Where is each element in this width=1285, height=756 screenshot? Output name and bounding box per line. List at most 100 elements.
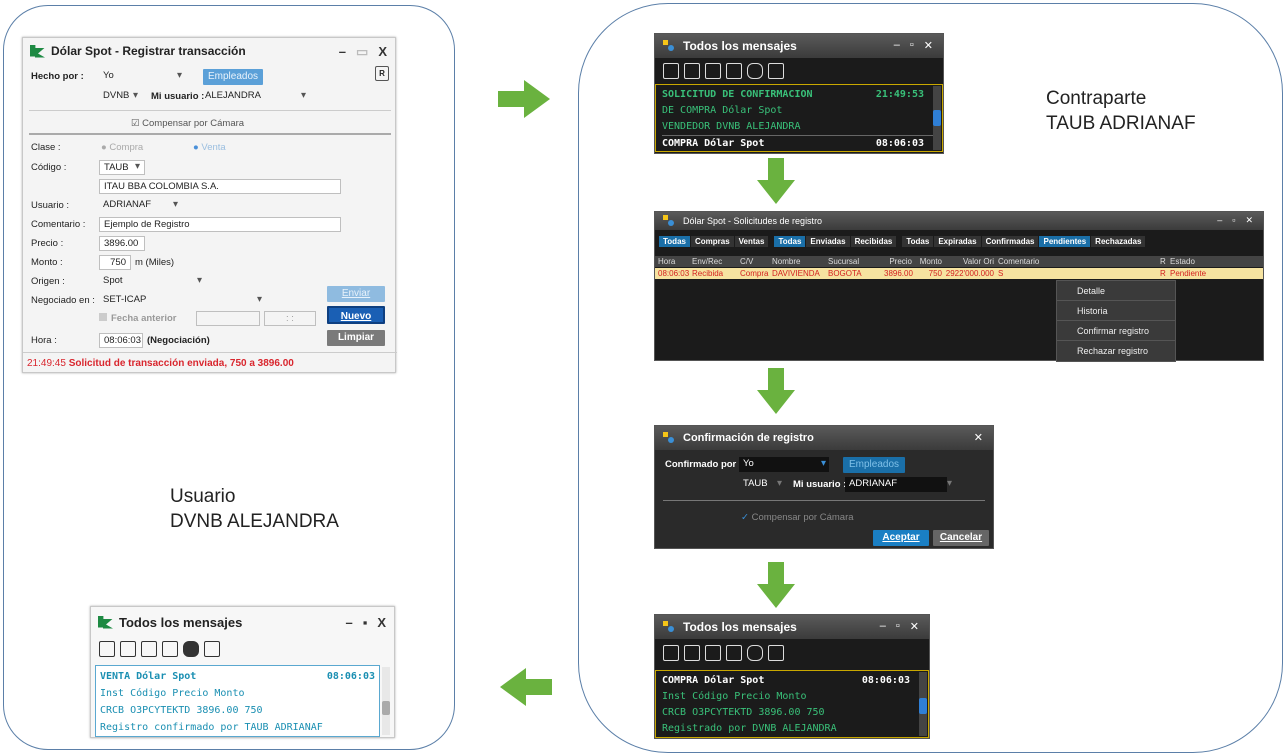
- mail-icon[interactable]: [726, 645, 742, 661]
- cancelar-button[interactable]: Cancelar: [933, 530, 989, 546]
- negociado-select[interactable]: SET-ICAP: [99, 293, 269, 308]
- chevron-down-icon[interactable]: ▾: [197, 275, 202, 286]
- compensar-checkbox[interactable]: ✓ Compensar por Cámara: [741, 512, 854, 523]
- minimize-icon[interactable]: –: [894, 39, 900, 52]
- column-header[interactable]: Valor Ori: [942, 257, 994, 266]
- mail-icon[interactable]: [705, 645, 721, 661]
- scrollbar[interactable]: [382, 667, 390, 735]
- chevron-down-icon[interactable]: ▾: [133, 90, 138, 101]
- mail-icon[interactable]: [99, 641, 115, 657]
- usuario-select[interactable]: ADRIANAF: [99, 198, 181, 213]
- aceptar-button[interactable]: Aceptar: [873, 530, 929, 546]
- fecha-anterior-date[interactable]: [196, 311, 260, 326]
- mail-icon[interactable]: [141, 641, 157, 657]
- mail-icon[interactable]: [726, 63, 742, 79]
- fecha-anterior-checkbox[interactable]: Fecha anterior: [99, 313, 176, 324]
- comentario-input[interactable]: Ejemplo de Registro: [99, 217, 341, 232]
- hora-input[interactable]: 08:06:03: [99, 333, 143, 348]
- tab-recibidas[interactable]: Recibidas: [850, 236, 897, 247]
- fecha-anterior-time[interactable]: : :: [264, 311, 316, 326]
- chevron-down-icon[interactable]: ▾: [257, 294, 262, 305]
- column-header[interactable]: Hora: [658, 257, 692, 266]
- venta-radio[interactable]: ● Venta: [193, 142, 226, 153]
- monto-input[interactable]: 750: [99, 255, 131, 270]
- database-icon[interactable]: [183, 641, 199, 657]
- compra-radio[interactable]: ● Compra: [101, 142, 143, 153]
- maximize-icon[interactable]: ▫: [1232, 215, 1235, 226]
- chevron-down-icon[interactable]: ▾: [947, 478, 952, 489]
- empleados-button[interactable]: Empleados: [203, 69, 263, 85]
- chevron-down-icon[interactable]: ▾: [777, 478, 782, 489]
- enviar-button[interactable]: Enviar: [327, 286, 385, 302]
- tab-compras[interactable]: Compras: [690, 236, 734, 247]
- column-header[interactable]: Nombre: [772, 257, 828, 266]
- nuevo-button[interactable]: Nuevo: [327, 306, 385, 324]
- column-header[interactable]: R: [1160, 257, 1170, 266]
- entidad-select[interactable]: TAUB: [739, 477, 779, 492]
- close-icon[interactable]: ✕: [924, 39, 933, 52]
- precio-input[interactable]: 3896.00: [99, 236, 145, 251]
- tab-rechazadas[interactable]: Rechazadas: [1091, 236, 1146, 247]
- mail-icon[interactable]: [162, 641, 178, 657]
- document-icon[interactable]: [768, 63, 784, 79]
- mail-icon[interactable]: [120, 641, 136, 657]
- mail-icon[interactable]: [684, 63, 700, 79]
- mi-usuario-select[interactable]: ALEJANDRA: [201, 89, 311, 104]
- tab-confirmadas[interactable]: Confirmadas: [981, 236, 1039, 247]
- close-icon[interactable]: X: [377, 615, 386, 630]
- chevron-down-icon[interactable]: ▾: [135, 161, 140, 172]
- mail-icon[interactable]: [684, 645, 700, 661]
- maximize-icon[interactable]: ▫: [910, 39, 914, 52]
- document-icon[interactable]: [768, 645, 784, 661]
- column-header[interactable]: Precio: [884, 257, 912, 266]
- entidad-select[interactable]: DVNB: [99, 89, 145, 104]
- confirmado-select[interactable]: Yo: [739, 457, 829, 472]
- close-icon[interactable]: ✕: [910, 620, 919, 633]
- tab-todas-er[interactable]: Todas: [774, 236, 806, 247]
- menu-item-rechazar-registro[interactable]: Rechazar registro: [1057, 341, 1175, 361]
- maximize-icon[interactable]: ▭: [356, 44, 368, 60]
- limpiar-button[interactable]: Limpiar: [327, 330, 385, 346]
- tab-ventas[interactable]: Ventas: [734, 236, 769, 247]
- mi-usuario-select[interactable]: ADRIANAF: [845, 477, 947, 492]
- column-header[interactable]: Comentario: [994, 257, 1160, 266]
- column-header[interactable]: Monto: [912, 257, 942, 266]
- origen-select[interactable]: Spot: [99, 274, 209, 289]
- menu-item-detalle[interactable]: Detalle: [1057, 281, 1175, 301]
- database-icon[interactable]: [747, 645, 763, 661]
- mail-icon[interactable]: [663, 63, 679, 79]
- close-icon[interactable]: ✕: [974, 431, 983, 444]
- menu-item-confirmar-registro[interactable]: Confirmar registro: [1057, 321, 1175, 341]
- column-header[interactable]: Env/Rec: [692, 257, 740, 266]
- chevron-down-icon[interactable]: ▾: [173, 199, 178, 210]
- column-header[interactable]: Estado: [1170, 257, 1218, 266]
- maximize-icon[interactable]: ▫: [896, 620, 900, 633]
- column-header[interactable]: Sucursal: [828, 257, 884, 266]
- empleados-button[interactable]: Empleados: [843, 457, 905, 473]
- report-icon[interactable]: R: [375, 66, 389, 81]
- minimize-icon[interactable]: –: [345, 615, 352, 630]
- document-icon[interactable]: [204, 641, 220, 657]
- tab-pendientes[interactable]: Pendientes: [1039, 236, 1091, 247]
- chevron-down-icon[interactable]: ▾: [177, 70, 182, 81]
- mail-icon[interactable]: [705, 63, 721, 79]
- tab-enviadas[interactable]: Enviadas: [806, 236, 850, 247]
- database-icon[interactable]: [747, 63, 763, 79]
- menu-item-historia[interactable]: Historia: [1057, 301, 1175, 321]
- column-header[interactable]: C/V: [740, 257, 772, 266]
- close-icon[interactable]: X: [378, 44, 387, 60]
- tab-todas-estado[interactable]: Todas: [902, 236, 934, 247]
- maximize-icon[interactable]: ▪: [363, 615, 368, 630]
- chevron-down-icon[interactable]: ▾: [301, 90, 306, 101]
- minimize-icon[interactable]: –: [880, 620, 886, 633]
- minimize-icon[interactable]: –: [339, 44, 346, 60]
- tab-todas-cv[interactable]: Todas: [659, 236, 690, 247]
- tab-expiradas[interactable]: Expiradas: [934, 236, 981, 247]
- minimize-icon[interactable]: –: [1217, 215, 1222, 226]
- close-icon[interactable]: ✕: [1245, 215, 1253, 226]
- table-row[interactable]: 08:06:03 Recibida Compra DAVIVIENDA BOGOTA 38…: [655, 268, 1263, 279]
- scrollbar[interactable]: [919, 672, 927, 736]
- chevron-down-icon[interactable]: ▾: [821, 458, 826, 469]
- scrollbar[interactable]: [933, 86, 941, 150]
- mail-icon[interactable]: [663, 645, 679, 661]
